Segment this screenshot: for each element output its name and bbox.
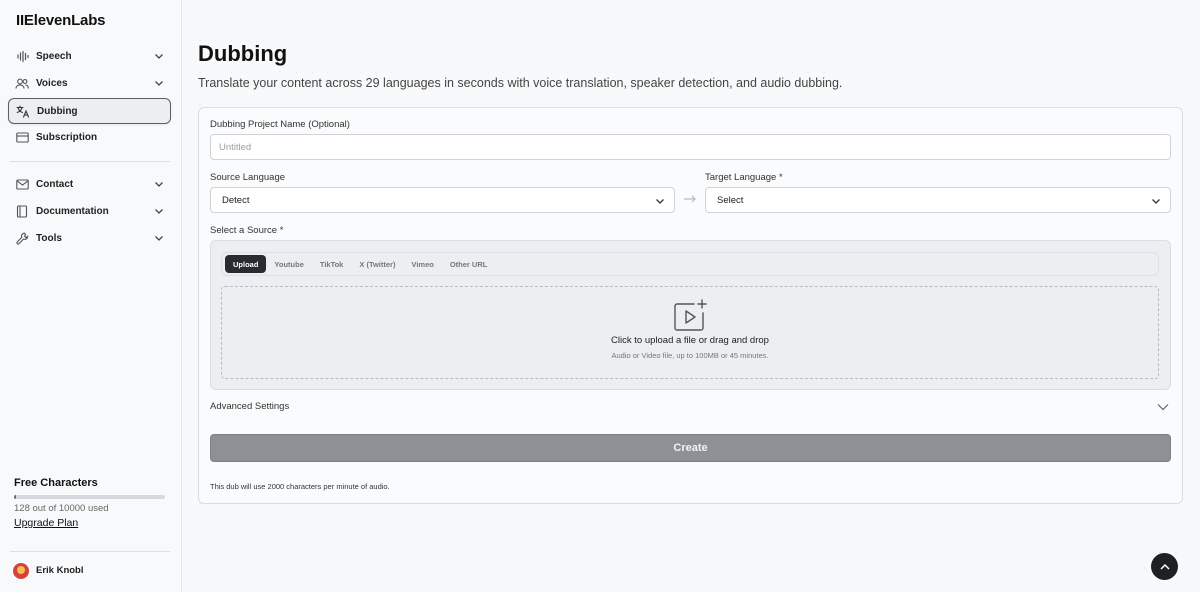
sidebar-item-speech[interactable]: Speech (8, 43, 171, 69)
source-label: Select a Source * (210, 225, 284, 236)
usage-text: 128 out of 10000 used (14, 503, 109, 514)
avatar[interactable] (13, 563, 29, 579)
chevron-down-icon (656, 199, 664, 204)
sidebar-divider (10, 161, 170, 162)
tab-tiktok[interactable]: TikTok (312, 255, 351, 273)
chevron-down-icon (155, 54, 163, 59)
people-icon (15, 76, 29, 90)
arrow-right-icon (684, 195, 696, 203)
waveform-icon (15, 49, 29, 63)
source-language-value: Detect (222, 194, 250, 206)
sidebar-item-tools[interactable]: Tools (8, 225, 171, 251)
usage-progress-bar (14, 495, 165, 499)
dropzone-subtext: Audio or Video file, up to 100MB or 45 m… (611, 351, 769, 360)
sidebar-item-voices[interactable]: Voices (8, 70, 171, 96)
usage-progress-fill (14, 495, 16, 499)
advanced-settings-toggle[interactable]: Advanced Settings (210, 401, 289, 412)
project-name-label: Dubbing Project Name (Optional) (210, 119, 350, 130)
chevron-down-icon (155, 209, 163, 214)
sidebar-item-label: Voices (36, 77, 68, 89)
sidebar-item-subscription[interactable]: Subscription (8, 124, 171, 150)
sidebar-item-label: Speech (36, 50, 72, 62)
source-language-label: Source Language (210, 172, 286, 183)
user-name[interactable]: Erik Knobl (36, 565, 84, 576)
sidebar-divider (10, 551, 170, 552)
card-icon (15, 130, 29, 144)
sidebar-item-label: Dubbing (37, 105, 78, 117)
chevron-down-icon[interactable] (1156, 401, 1170, 413)
chevron-up-icon (1159, 563, 1170, 570)
dropzone-text: Click to upload a file or drag and drop (611, 335, 769, 346)
source-tabs: Upload Youtube TikTok X (Twitter) Vimeo … (221, 252, 1159, 276)
chevron-down-icon (1152, 199, 1160, 204)
app-logo[interactable]: IIElevenLabs (16, 12, 106, 29)
mail-icon (15, 177, 29, 191)
source-language-select[interactable]: Detect (210, 187, 675, 213)
target-language-select[interactable]: Select (705, 187, 1171, 213)
upgrade-plan-link[interactable]: Upgrade Plan (14, 517, 78, 529)
sidebar: IIElevenLabs Speech Voices Dubbing Subsc… (0, 0, 182, 592)
tab-other-url[interactable]: Other URL (442, 255, 496, 273)
book-icon (15, 204, 29, 218)
translate-icon (16, 104, 30, 118)
sidebar-item-dubbing[interactable]: Dubbing (8, 98, 171, 124)
sidebar-item-label: Subscription (36, 131, 98, 143)
target-language-label: Target Language * (705, 172, 783, 183)
tab-x-twitter[interactable]: X (Twitter) (351, 255, 403, 273)
sidebar-item-label: Documentation (36, 205, 109, 217)
page-title: Dubbing (198, 41, 288, 66)
tab-youtube[interactable]: Youtube (266, 255, 311, 273)
usage-footnote: This dub will use 2000 characters per mi… (210, 482, 390, 491)
project-name-input[interactable] (210, 134, 1171, 160)
sidebar-item-label: Tools (36, 232, 62, 244)
create-button[interactable]: Create (210, 434, 1171, 462)
video-upload-icon (674, 299, 707, 331)
sidebar-item-contact[interactable]: Contact (8, 171, 171, 197)
usage-title: Free Characters (14, 477, 98, 489)
tab-upload[interactable]: Upload (225, 255, 267, 273)
sidebar-item-documentation[interactable]: Documentation (8, 198, 171, 224)
chevron-down-icon (155, 182, 163, 187)
sidebar-item-label: Contact (36, 178, 74, 190)
page-subtitle: Translate your content across 29 languag… (198, 76, 843, 90)
wrench-icon (15, 231, 29, 245)
target-language-value: Select (717, 194, 744, 206)
tab-vimeo[interactable]: Vimeo (403, 255, 441, 273)
chevron-down-icon (155, 81, 163, 86)
scroll-to-top-button[interactable] (1151, 553, 1178, 580)
chevron-down-icon (155, 236, 163, 241)
